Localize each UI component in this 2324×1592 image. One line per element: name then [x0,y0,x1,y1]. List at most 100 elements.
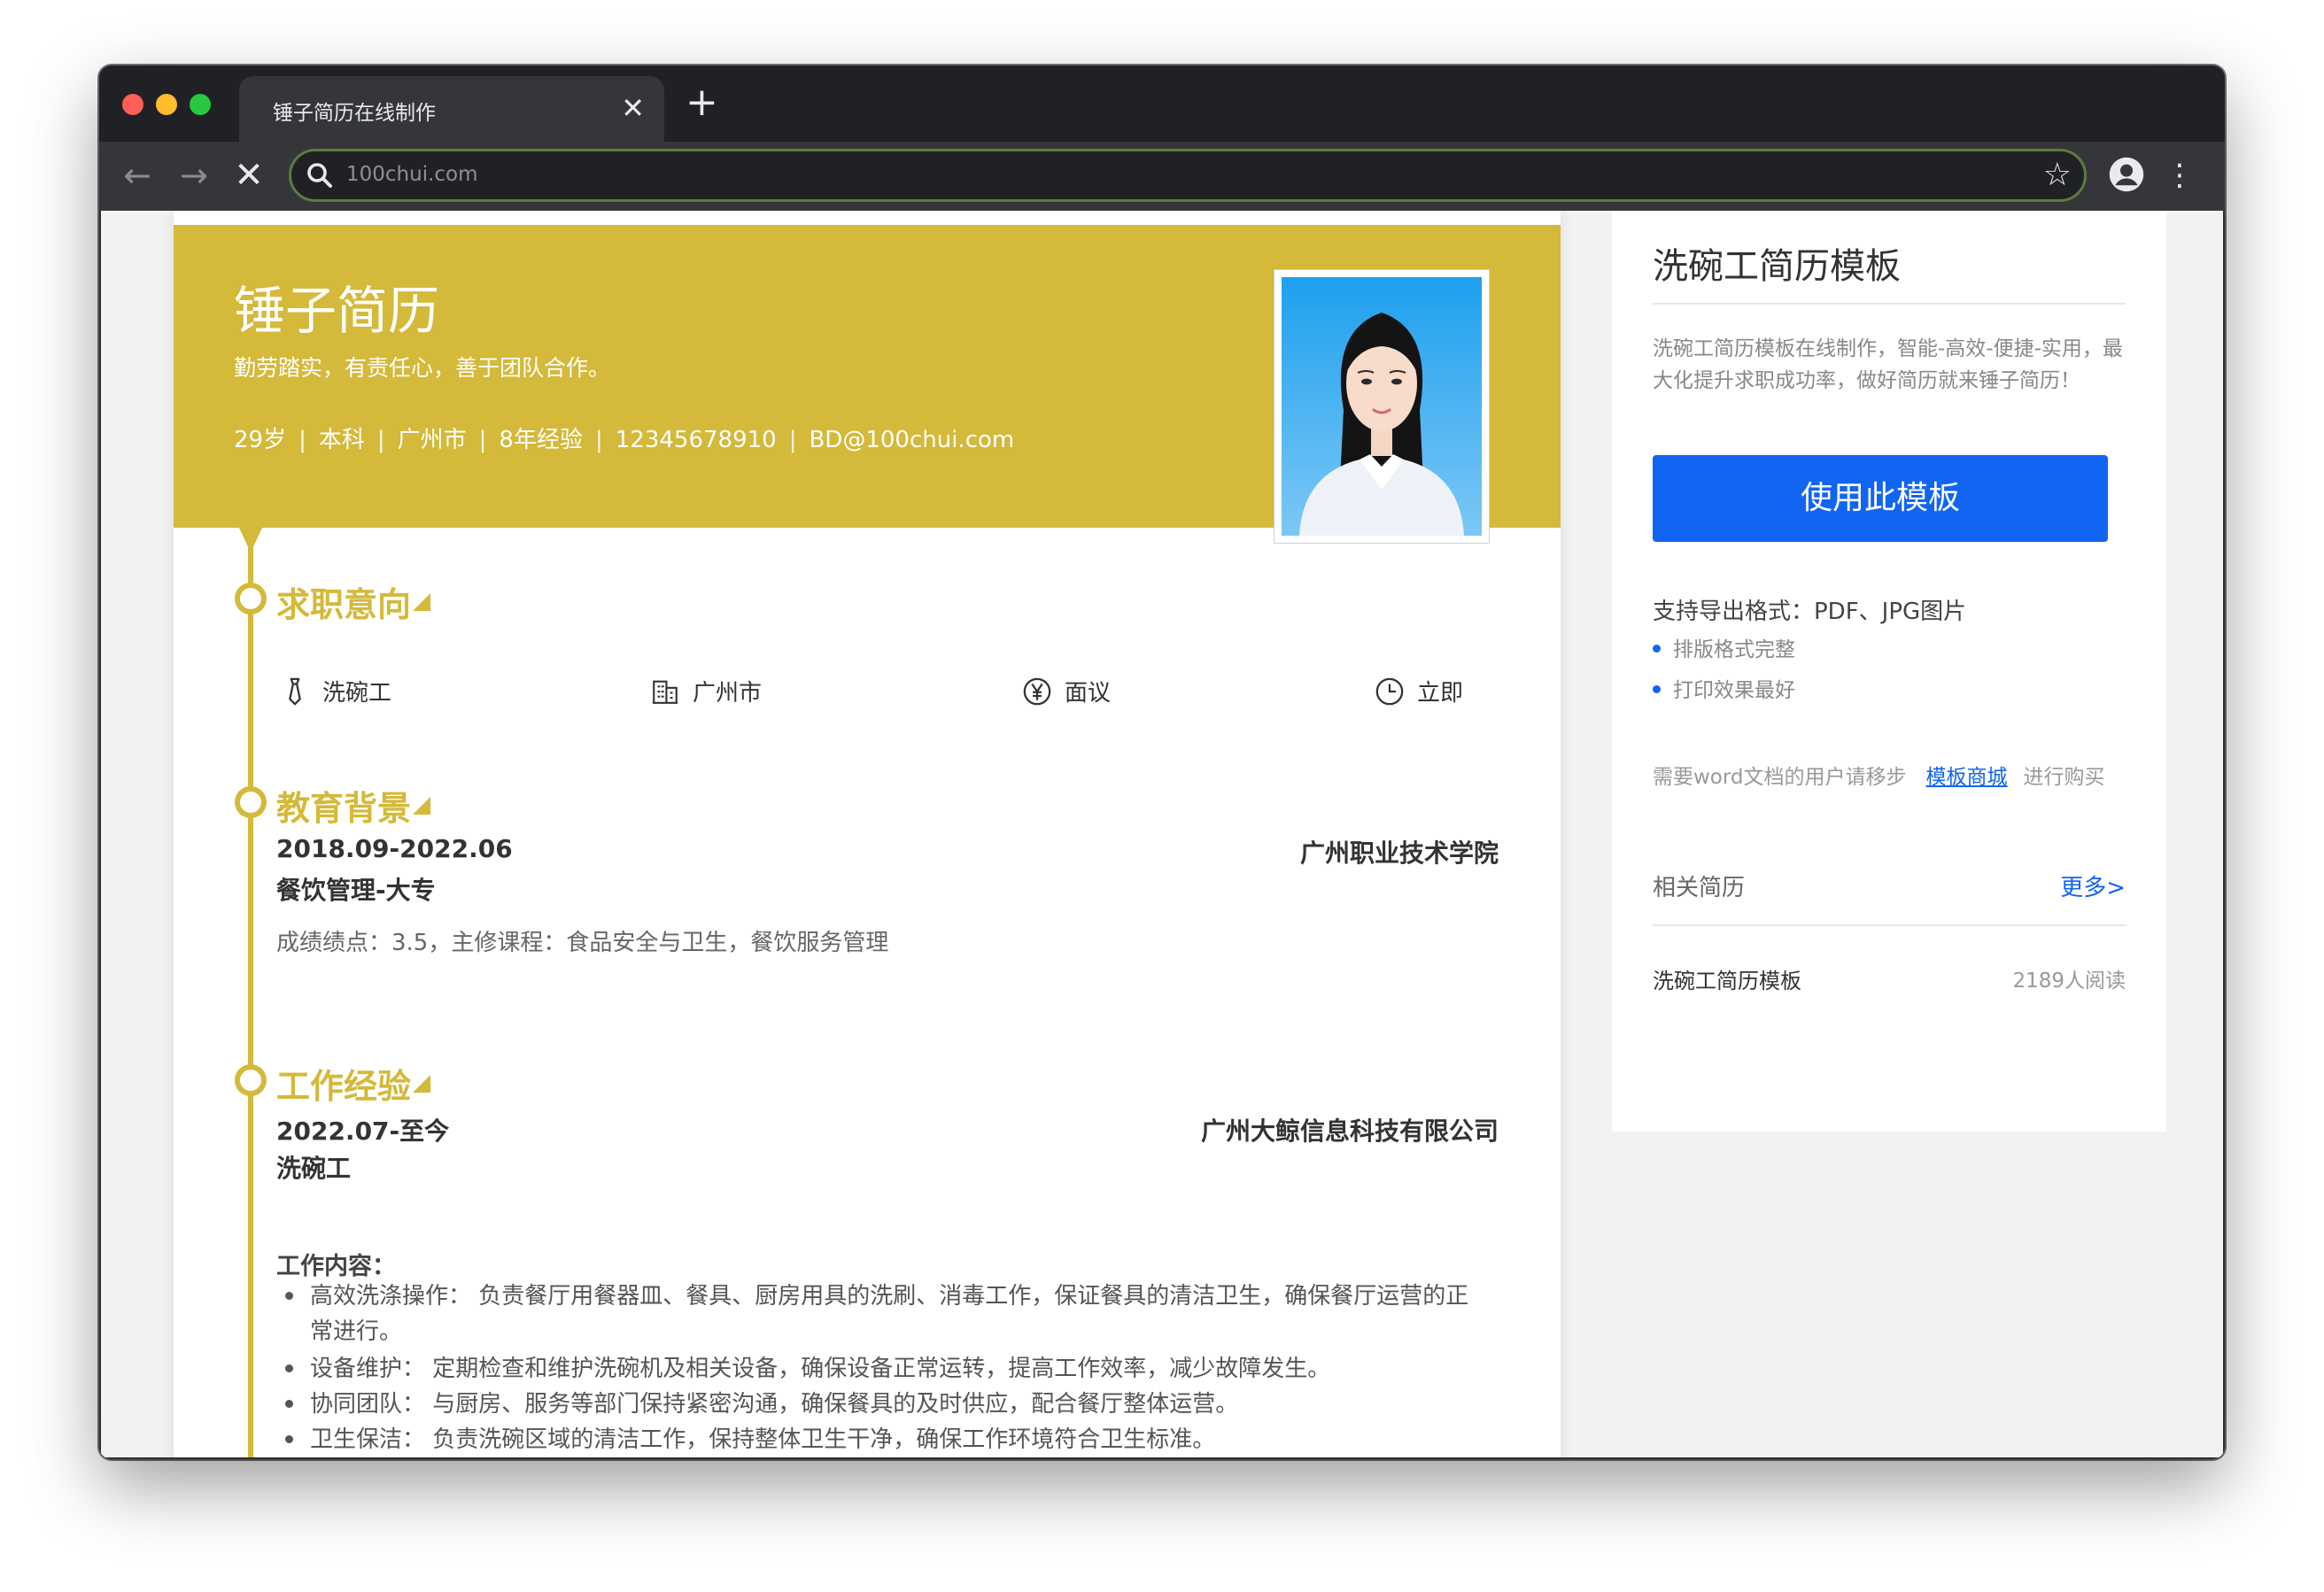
template-sidebar: 洗碗工简历模板 洗碗工简历模板在线制作，智能-高效-便捷-实用，最大化提升求职成… [1612,211,2166,1132]
template-store-link[interactable]: 模板商城 [1926,766,2008,789]
use-template-button[interactable]: 使用此模板 [1653,455,2108,542]
profile-photo [1274,269,1490,544]
intent-city: 广州市 [650,675,762,707]
section-title-work: 工作经验 [276,1067,412,1106]
minimize-window-button[interactable] [156,94,177,115]
info-age: 29岁 [234,427,287,453]
divider [1653,303,2126,305]
bullet-dot [285,1364,293,1372]
work-bullet: 设备维护： 定期检查和维护洗碗机及相关设备，确保设备正常运转，提高工作效率，减少… [276,1351,1481,1387]
tab-close-icon[interactable]: ✕ [621,90,645,126]
section-title-marker [413,797,430,815]
more-link[interactable]: 更多> [2060,869,2126,902]
work-bullet-text: 协同团队： 与厨房、服务等部门保持紧密沟通，确保餐具的及时供应，配合餐厅整体运营… [310,1391,1239,1418]
search-icon [307,163,332,188]
related-resumes-title: 相关简历 [1653,875,1746,901]
section-title-marker [413,593,430,611]
tab-title: 锤子简历在线制作 [273,102,436,125]
title-bar: 锤子简历在线制作 ✕ + [99,66,2225,142]
page-viewport: 锤子简历 勤劳踏实，有责任心，善于团队合作。 29岁 | 本科 | 广州市 | 8年经验 | 1… [101,211,2223,1457]
feature-item: 打印效果最好 [1653,673,1795,703]
intent-position-text: 洗碗工 [322,680,392,707]
close-window-button[interactable] [122,94,143,115]
clock-icon [1375,677,1404,705]
export-formats: 支持导出格式：PDF、JPG图片 [1653,599,1967,625]
resume-basic-info: 29岁 | 本科 | 广州市 | 8年经验 | 12345678910 | BD@100chui.c… [234,421,1014,454]
work-bullet: 协同团队： 与厨房、服务等部门保持紧密沟通，确保餐具的及时供应，配合餐厅整体运营… [276,1387,1481,1422]
forward-button[interactable]: → [172,151,216,200]
resume-name: 锤子简历 [234,281,440,341]
education-school: 广州职业技术学院 [1299,839,1499,868]
stop-loading-button[interactable]: ✕ [227,151,271,200]
info-experience: 8年经验 [499,427,583,453]
feature-text: 排版格式完整 [1673,638,1795,661]
portrait-image [1282,277,1482,536]
word-note-suffix: 进行购买 [2023,766,2105,789]
bullet-dot [285,1400,293,1408]
work-bullet-text: 高效洗涤操作： 负责餐厅用餐器皿、餐具、厨房用具的洗刷、消毒工作，保证餐具的清洁… [310,1283,1469,1345]
related-resume-reads: 2189人阅读 [2012,970,2126,993]
sidebar-title: 洗碗工简历模板 [1653,246,1901,287]
section-title-intent: 求职意向 [276,585,412,624]
browser-tab[interactable]: 锤子简历在线制作 ✕ [239,76,664,142]
resume-motto: 勤劳踏实，有责任心，善于团队合作。 [234,355,611,381]
section-node [235,583,267,614]
related-resume-link[interactable]: 洗碗工简历模板 [1653,963,1801,994]
address-bar[interactable]: 100chui.com ☆ [289,149,2087,202]
work-company: 广州大鲸信息科技有限公司 [1200,1117,1499,1146]
education-detail: 成绩绩点：3.5，主修课程：食品安全与卫生，餐饮服务管理 [276,930,889,956]
profile-avatar-icon[interactable] [2108,156,2145,193]
bullet-dot [1653,685,1661,693]
work-role: 洗碗工 [276,1154,352,1183]
info-email: BD@100chui.com [809,427,1015,453]
bullet-dot [1653,645,1661,653]
intent-salary: 面议 [1022,675,1111,707]
intent-availability: 立即 [1375,675,1463,707]
work-period: 2022.07-至今 [276,1117,450,1146]
browser-window: 锤子简历在线制作 ✕ + ← → ✕ 100chui.com ☆ ⋮ 锤子简历 … [99,66,2225,1459]
work-bullet: 卫生保洁： 负责洗碗区域的清洁工作，保持整体卫生干净，确保工作环境符合卫生标准。 [276,1422,1481,1457]
info-separator: | [788,427,797,453]
info-degree: 本科 [318,427,365,453]
maximize-window-button[interactable] [190,94,211,115]
browser-toolbar: ← → ✕ 100chui.com ☆ ⋮ [99,142,2225,211]
bullet-dot [285,1435,293,1443]
education-period: 2018.09-2022.06 [276,834,513,863]
work-bullet: 高效洗涤操作： 负责餐厅用餐器皿、餐具、厨房用具的洗刷、消毒工作，保证餐具的清洁… [276,1279,1481,1349]
intent-salary-text: 面议 [1065,680,1112,707]
intent-city-text: 广州市 [693,680,763,707]
info-separator: | [298,427,306,453]
back-button[interactable]: ← [115,151,159,200]
timeline-arrow [238,526,263,553]
info-separator: | [478,427,487,453]
word-note-prefix: 需要word文档的用户请移步 [1653,766,1907,789]
feature-item: 排版格式完整 [1653,632,1795,662]
resume-preview: 锤子简历 勤劳踏实，有责任心，善于团队合作。 29岁 | 本科 | 广州市 | 8年经验 | 1… [174,211,1561,1457]
info-separator: | [594,427,603,453]
info-city: 广州市 [397,427,467,453]
divider [1653,924,2126,926]
word-doc-note: 需要word文档的用户请移步 模板商城 进行购买 [1653,760,2105,790]
info-phone: 12345678910 [615,427,777,453]
section-node [235,1064,267,1096]
work-bullet-text: 设备维护： 定期检查和维护洗碗机及相关设备，确保设备正常运转，提高工作效率，减少… [310,1356,1331,1382]
timeline-line [248,526,253,1457]
section-node [235,786,267,818]
resume-header: 锤子简历 勤劳踏实，有责任心，善于团队合作。 29岁 | 本科 | 广州市 | 8年经验 | 1… [174,225,1561,544]
address-url[interactable]: 100chui.com [346,163,478,186]
work-content-title: 工作内容： [276,1253,396,1280]
intent-position: 洗碗工 [280,675,391,707]
info-separator: | [376,427,385,453]
intent-availability-text: 立即 [1417,680,1464,707]
section-title-marker [413,1075,430,1093]
new-tab-button[interactable]: + [686,83,718,122]
yen-icon [1023,677,1051,705]
feature-text: 打印效果最好 [1673,679,1795,702]
sidebar-description: 洗碗工简历模板在线制作，智能-高效-便捷-实用，最大化提升求职成功率，做好简历就… [1653,337,2123,392]
education-major: 餐饮管理-大专 [276,876,436,905]
tie-icon [289,677,301,705]
section-title-education: 教育背景 [276,789,412,828]
building-icon [652,680,678,704]
browser-menu-icon[interactable]: ⋮ [2165,154,2195,197]
bookmark-star-icon[interactable]: ☆ [2043,154,2072,197]
